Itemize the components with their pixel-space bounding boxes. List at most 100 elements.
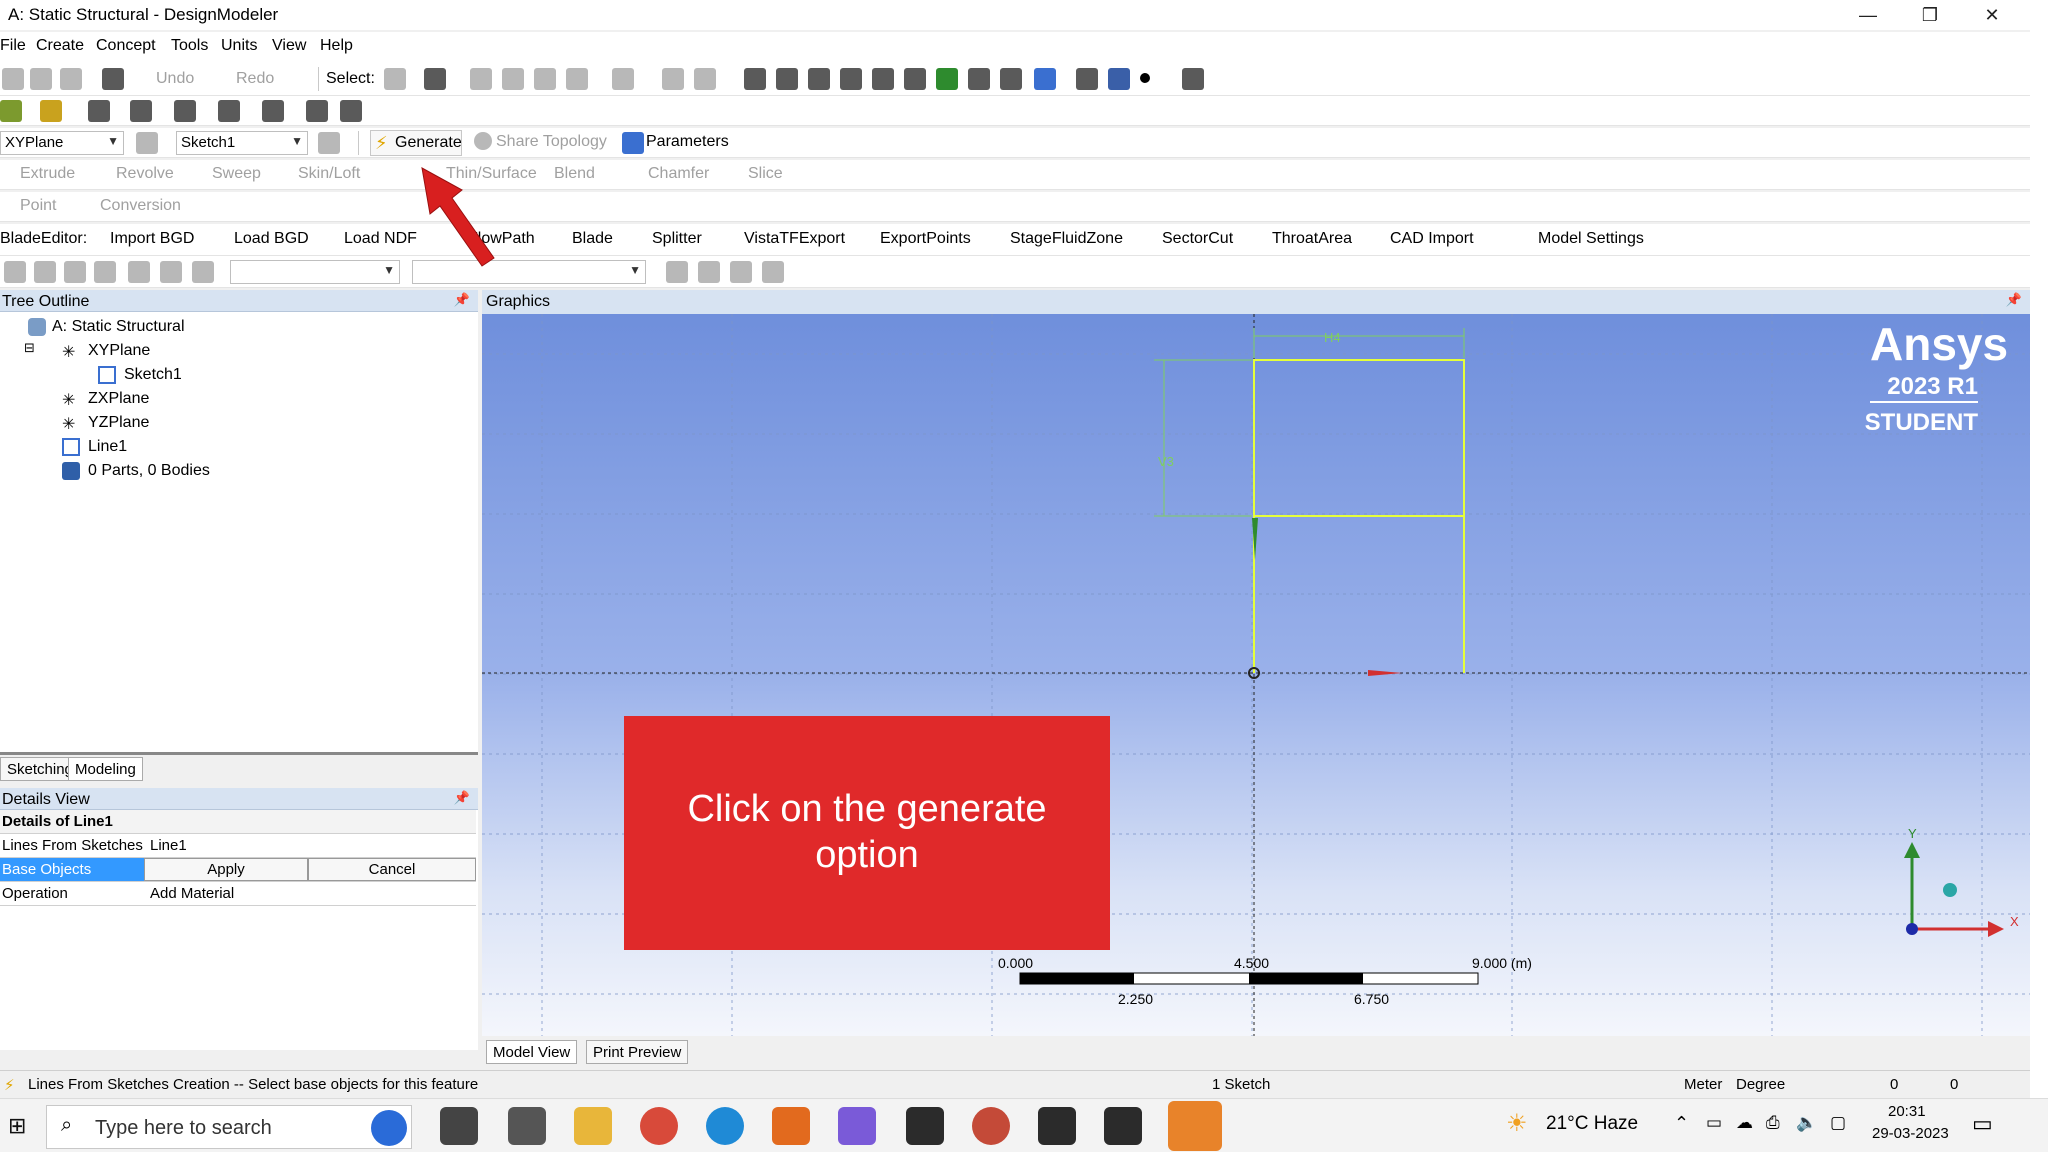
dim-h-label[interactable]: H4 <box>1324 330 1341 345</box>
vistatfexport-button[interactable]: VistaTFExport <box>744 230 845 248</box>
box-select-icon[interactable] <box>662 68 684 90</box>
display-model-icon[interactable] <box>1108 68 1130 90</box>
task-view-icon[interactable] <box>440 1107 478 1145</box>
select-mode-icon[interactable] <box>384 68 406 90</box>
tree-root[interactable]: A: Static Structural <box>52 318 185 336</box>
chamfer-button[interactable]: Chamfer <box>648 165 709 183</box>
conversion-button[interactable]: Conversion <box>100 197 181 215</box>
file-explorer-icon[interactable] <box>574 1107 612 1145</box>
mail-icon[interactable] <box>508 1107 546 1145</box>
parameters-button[interactable]: Parameters <box>646 133 729 151</box>
weather-text[interactable]: 21°C Haze <box>1546 1113 1638 1135</box>
pin-icon[interactable]: 📌 <box>454 790 470 806</box>
clock-time[interactable]: 20:31 <box>1888 1103 1926 1120</box>
workbench-icon[interactable] <box>906 1107 944 1145</box>
menu-view[interactable]: View <box>272 37 306 55</box>
chrome-icon[interactable] <box>640 1107 678 1145</box>
tree-item-parts[interactable]: 0 Parts, 0 Bodies <box>88 462 210 480</box>
network-icon[interactable]: ☁ <box>1736 1113 1753 1133</box>
skin-loft-button[interactable]: Skin/Loft <box>298 165 360 183</box>
revolve-button[interactable]: Revolve <box>116 165 174 183</box>
load-bgd-button[interactable]: Load BGD <box>234 230 309 248</box>
tab-modeling[interactable]: Modeling <box>68 757 143 781</box>
sectorcut-button[interactable]: SectorCut <box>1162 230 1233 248</box>
menu-file[interactable]: File <box>0 37 26 55</box>
sketch-lines[interactable] <box>1253 359 1465 673</box>
language-icon[interactable]: ⎙ <box>1766 1113 1780 1133</box>
extend-select-icon[interactable] <box>612 68 634 90</box>
apply-button[interactable]: Apply <box>144 858 308 881</box>
sketch-dropdown[interactable]: Sketch1 ▼ <box>176 131 308 155</box>
details-row-lines-from-sketches[interactable]: Lines From Sketches Line1 <box>0 834 476 858</box>
display-icon[interactable]: ▢ <box>1830 1113 1846 1133</box>
app-icon[interactable] <box>838 1107 876 1145</box>
magnifier-icon[interactable] <box>936 68 958 90</box>
select-body-icon[interactable] <box>566 68 588 90</box>
dim-v-label[interactable]: V3 <box>1158 454 1174 469</box>
menu-concept[interactable]: Concept <box>96 37 156 55</box>
display-plane-icon[interactable] <box>1034 68 1056 90</box>
stagefluidzone-button[interactable]: StageFluidZone <box>1010 230 1123 248</box>
iso-view-icon[interactable] <box>1000 68 1022 90</box>
cancel-button[interactable]: Cancel <box>308 858 476 881</box>
select-filter-icon[interactable] <box>424 68 446 90</box>
zoom-fit-icon[interactable] <box>904 68 926 90</box>
tree-item-sketch1[interactable]: Sketch1 <box>124 366 182 384</box>
camera-icon[interactable] <box>102 68 124 90</box>
notification-icon[interactable]: ▭ <box>1972 1111 1993 1137</box>
box-select2-icon[interactable] <box>694 68 716 90</box>
designmodeler-icon[interactable] <box>1104 1107 1142 1145</box>
splitter-button[interactable]: Splitter <box>652 230 702 248</box>
axis-triad[interactable] <box>1904 842 2004 937</box>
zoom-in-icon[interactable] <box>840 68 862 90</box>
line-tool-icon[interactable] <box>88 100 110 122</box>
tool3-icon[interactable] <box>730 261 752 283</box>
dim-angle-icon[interactable] <box>160 261 182 283</box>
volume-icon[interactable]: 🔈 <box>1796 1113 1817 1133</box>
dim-move-icon[interactable] <box>192 261 214 283</box>
windows-start-icon[interactable]: ⊞ <box>8 1113 26 1139</box>
menu-tools[interactable]: Tools <box>171 37 208 55</box>
curve-tool-icon[interactable] <box>262 100 284 122</box>
load-ndf-button[interactable]: Load NDF <box>344 230 417 248</box>
row-value[interactable]: Line1 <box>150 837 187 854</box>
generate-button[interactable]: ⚡ Generate <box>370 130 462 156</box>
details-row-base-objects[interactable]: Base Objects Apply Cancel <box>0 858 476 882</box>
spaceclaim-icon[interactable] <box>1168 1101 1222 1151</box>
tree-item-xyplane[interactable]: XYPlane <box>88 342 150 360</box>
matlab-icon[interactable] <box>772 1107 810 1145</box>
battery-icon[interactable]: ▭ <box>1706 1113 1722 1133</box>
pin-tool-icon[interactable] <box>306 100 328 122</box>
triad-icon[interactable] <box>1076 68 1098 90</box>
import-bgd-button[interactable]: Import BGD <box>110 230 194 248</box>
pin-icon[interactable]: 📌 <box>2006 292 2022 308</box>
sweep-button[interactable]: Sweep <box>212 165 261 183</box>
clock-date[interactable]: 29-03-2023 <box>1872 1125 1949 1142</box>
menu-help[interactable]: Help <box>320 37 353 55</box>
spline-tool-icon[interactable] <box>218 100 240 122</box>
select-point-icon[interactable] <box>470 68 492 90</box>
pan-icon[interactable] <box>776 68 798 90</box>
workbench-2-icon[interactable] <box>1038 1107 1076 1145</box>
filter-dropdown[interactable]: ▼ <box>230 260 400 284</box>
dim-length-icon[interactable] <box>94 261 116 283</box>
new-plane-icon[interactable] <box>136 132 158 154</box>
flag-tool-icon[interactable] <box>340 100 362 122</box>
undo-button[interactable]: Undo <box>156 70 194 88</box>
zoom-icon[interactable] <box>808 68 830 90</box>
restore-button[interactable]: ❐ <box>1902 2 1958 28</box>
dim-icon[interactable] <box>4 261 26 283</box>
previous-view-icon[interactable] <box>968 68 990 90</box>
model-settings-button[interactable]: Model Settings <box>1538 230 1644 248</box>
point-button[interactable]: Point <box>20 197 56 215</box>
blend-button[interactable]: Blend <box>554 165 595 183</box>
sketch-style-icon[interactable] <box>40 100 62 122</box>
dim-horizontal-icon[interactable] <box>34 261 56 283</box>
minimize-button[interactable]: — <box>1840 2 1896 28</box>
weather-icon[interactable]: ☀ <box>1506 1109 1528 1138</box>
tree-item-line1[interactable]: Line1 <box>88 438 127 456</box>
select-face-icon[interactable] <box>534 68 556 90</box>
bing-icon[interactable] <box>371 1110 407 1146</box>
tree-item-zxplane[interactable]: ZXPlane <box>88 390 149 408</box>
save-icon[interactable] <box>60 68 82 90</box>
